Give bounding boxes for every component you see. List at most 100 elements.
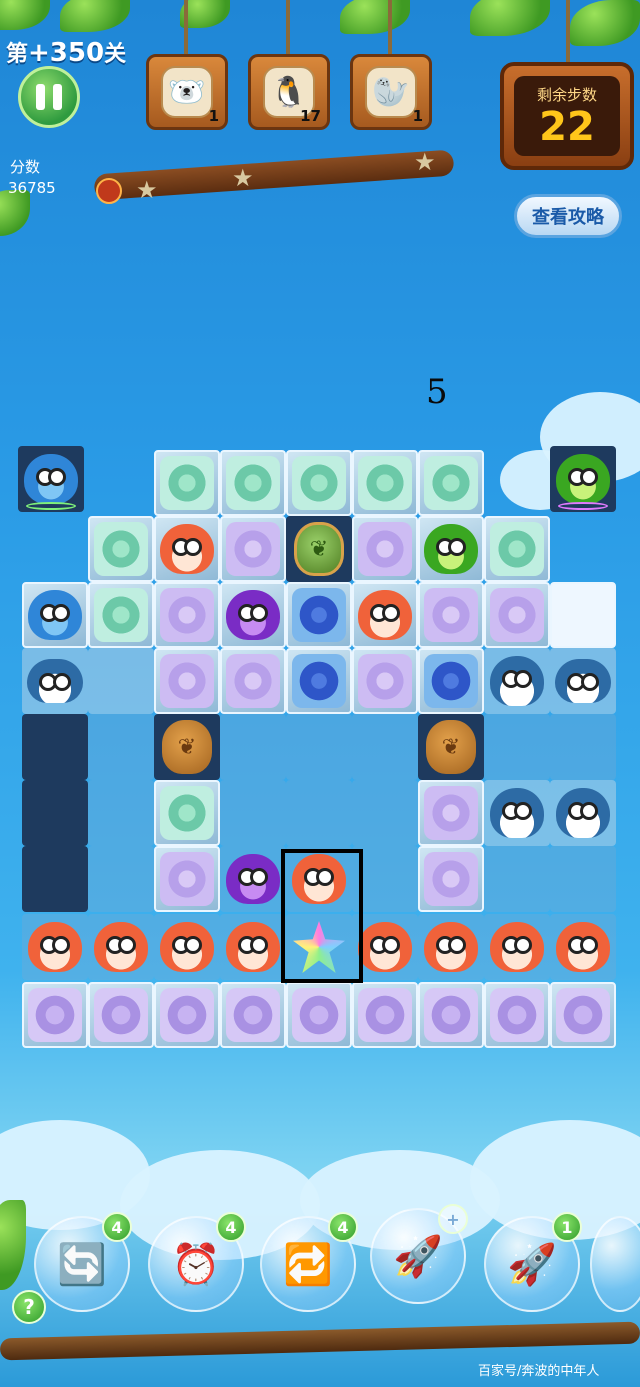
board-cell[interactable] — [550, 982, 616, 1048]
board-cell[interactable] — [88, 582, 154, 648]
moves-panel: 剩余步数 22 — [514, 76, 620, 156]
board-cell[interactable] — [484, 516, 550, 582]
board-cell[interactable] — [484, 914, 550, 980]
board-cell[interactable] — [418, 582, 484, 648]
board-cell[interactable] — [220, 714, 286, 780]
board-cell[interactable] — [22, 982, 88, 1048]
board-cell[interactable] — [286, 648, 352, 714]
board-cell[interactable] — [220, 982, 286, 1048]
booster-horizontal-rocket[interactable]: 🚀 + — [370, 1204, 468, 1304]
board-cell[interactable] — [88, 648, 154, 714]
board-cell[interactable] — [22, 914, 88, 980]
board-cell[interactable] — [352, 450, 418, 516]
seal-icon: 🦭 — [365, 66, 417, 118]
board-cell[interactable] — [484, 714, 550, 780]
board-cell[interactable] — [418, 516, 484, 582]
booster-clock[interactable]: ⏰ 4 — [148, 1212, 246, 1312]
board-cell[interactable] — [154, 450, 220, 516]
board-cell[interactable] — [154, 780, 220, 846]
green-flower-tile — [358, 456, 412, 510]
purple-flower-tile — [424, 988, 478, 1042]
purple-flower-tile — [226, 988, 280, 1042]
board-cell[interactable] — [22, 582, 88, 648]
purple-flower-tile — [160, 852, 214, 906]
board-cell[interactable] — [88, 846, 154, 912]
board-cell[interactable]: ❦ — [418, 714, 484, 780]
view-guide-button[interactable]: 查看攻略 — [514, 194, 622, 238]
board-cell[interactable] — [550, 582, 616, 648]
green-flower-tile — [160, 786, 214, 840]
board-cell[interactable] — [88, 982, 154, 1048]
ladybug-icon — [96, 178, 122, 204]
purple-flower-tile — [358, 988, 412, 1042]
board-cell[interactable] — [352, 648, 418, 714]
help-button[interactable]: ? — [12, 1290, 46, 1324]
board-cell[interactable] — [88, 780, 154, 846]
board-cell[interactable] — [550, 714, 616, 780]
pause-button[interactable] — [18, 66, 80, 128]
pufferfish-critter — [358, 590, 412, 640]
board-cell[interactable] — [286, 982, 352, 1048]
board-cell[interactable] — [352, 714, 418, 780]
board-cell[interactable] — [550, 446, 616, 512]
board-cell[interactable] — [484, 582, 550, 648]
booster-count-badge: 4 — [328, 1212, 358, 1242]
board-cell[interactable] — [418, 450, 484, 516]
board-cell[interactable] — [286, 582, 352, 648]
add-booster-badge[interactable]: + — [438, 1204, 468, 1234]
goal-count: 17 — [300, 107, 321, 125]
board-cell[interactable] — [550, 780, 616, 846]
board-cell[interactable] — [484, 846, 550, 912]
booster-shuffle[interactable]: 🔄 4 — [34, 1212, 132, 1312]
board-cell[interactable] — [352, 780, 418, 846]
board-cell[interactable] — [220, 450, 286, 516]
board-cell[interactable] — [154, 982, 220, 1048]
board-cell[interactable] — [88, 714, 154, 780]
board-cell[interactable] — [484, 982, 550, 1048]
board-cell[interactable] — [154, 846, 220, 912]
board-cell[interactable] — [88, 516, 154, 582]
board-cell[interactable] — [220, 648, 286, 714]
board-cell[interactable] — [220, 780, 286, 846]
board-cell[interactable] — [352, 982, 418, 1048]
booster-swap[interactable]: 🔁 4 — [260, 1212, 358, 1312]
board-cell[interactable] — [154, 914, 220, 980]
board-cell[interactable] — [352, 516, 418, 582]
selection-highlight — [281, 849, 363, 983]
board-cell[interactable] — [154, 516, 220, 582]
green-flower-tile — [226, 456, 280, 510]
board-cell[interactable] — [418, 982, 484, 1048]
board-cell[interactable] — [22, 648, 88, 714]
board-cell[interactable] — [550, 648, 616, 714]
booster-partial[interactable] — [590, 1216, 640, 1312]
green-flower-tile — [292, 456, 346, 510]
board-cell[interactable] — [286, 780, 352, 846]
board-cell[interactable] — [352, 582, 418, 648]
board-cell[interactable] — [220, 582, 286, 648]
board-cell[interactable] — [220, 516, 286, 582]
board-cell[interactable] — [550, 914, 616, 980]
pause-icon-bar — [53, 84, 62, 110]
board-cell[interactable] — [550, 846, 616, 912]
green-flower-tile — [94, 588, 148, 642]
board-cell[interactable] — [418, 846, 484, 912]
board-cell[interactable] — [154, 582, 220, 648]
board-cell[interactable] — [286, 450, 352, 516]
board-cell[interactable] — [484, 648, 550, 714]
board-cell[interactable] — [418, 914, 484, 980]
board-cell[interactable] — [484, 780, 550, 846]
purple-flower-tile — [490, 988, 544, 1042]
board-cell[interactable] — [220, 846, 286, 912]
pufferfish-critter — [28, 922, 82, 972]
booster-vertical-rocket[interactable]: 🚀 1 — [484, 1212, 582, 1312]
board-cell[interactable] — [220, 914, 286, 980]
board-cell[interactable]: ❦ — [154, 714, 220, 780]
board-cell[interactable] — [18, 446, 84, 512]
board-cell[interactable] — [286, 714, 352, 780]
pufferfish-critter — [94, 922, 148, 972]
board-cell[interactable] — [154, 648, 220, 714]
board-cell[interactable] — [418, 780, 484, 846]
board-cell[interactable] — [88, 914, 154, 980]
board-cell[interactable]: ❦ — [286, 516, 352, 582]
board-cell[interactable] — [418, 648, 484, 714]
